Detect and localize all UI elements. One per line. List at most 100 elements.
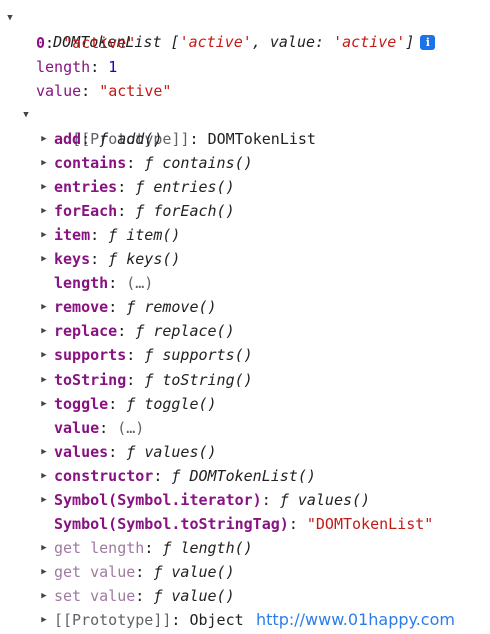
prototype-member-row[interactable]: ▶ Symbol(Symbol.iterator): ƒ values() [38, 488, 370, 512]
prototype-member-row[interactable]: ▶ keys: ƒ keys() [38, 247, 180, 271]
member-key: toggle [54, 395, 109, 413]
function-symbol-icon: ƒ [126, 443, 145, 461]
header-item-0: 'active' [179, 33, 252, 51]
member-key: toString [54, 371, 127, 389]
prototype-member-row[interactable]: ▶ values: ƒ values() [38, 440, 217, 464]
triangle-right-icon[interactable]: ▶ [38, 343, 50, 367]
triangle-right-icon[interactable]: ▶ [38, 608, 50, 632]
triangle-right-icon[interactable]: ▶ [38, 464, 50, 488]
member-key: supports [54, 346, 127, 364]
own-property-row: length: 1 [36, 58, 118, 76]
prototype-member-row[interactable]: ▶ set value: ƒ value() [38, 584, 235, 608]
function-symbol-icon: ƒ [126, 298, 145, 316]
triangle-right-icon[interactable]: ▶ [38, 223, 50, 247]
property-key: length [36, 58, 91, 76]
member-key: value [54, 419, 100, 437]
triangle-down-icon[interactable]: ▼ [20, 103, 32, 127]
member-value: toggle() [144, 395, 217, 413]
function-symbol-icon: ƒ [126, 395, 145, 413]
triangle-right-icon[interactable]: ▶ [38, 560, 50, 584]
member-key: set value [54, 587, 136, 605]
function-symbol-icon: ƒ [144, 346, 163, 364]
watermark: http://www.01happy.com [256, 610, 455, 629]
member-value: length() [180, 539, 253, 557]
triangle-right-icon[interactable]: ▶ [38, 319, 50, 343]
member-key: get value [54, 563, 136, 581]
property-value: "active" [99, 82, 172, 100]
own-property-row: value: "active" [36, 82, 172, 100]
prototype-member-row[interactable]: ▶ forEach: ƒ forEach() [38, 199, 235, 223]
prototype-member-row[interactable]: ▶ add: ƒ add() [38, 127, 162, 151]
triangle-right-icon[interactable]: ▶ [38, 488, 50, 512]
prototype-member-row[interactable]: ▶ [[Prototype]]: Object [38, 608, 244, 632]
member-value: values() [144, 443, 217, 461]
prototype-member-row[interactable]: ▶ toggle: ƒ toggle() [38, 392, 217, 416]
property-key: 0 [36, 34, 46, 52]
prototype-member-row[interactable]: ▶ toString: ƒ toString() [38, 368, 253, 392]
prototype-member-row[interactable]: ▶ supports: ƒ supports() [38, 343, 252, 367]
triangle-right-icon[interactable]: ▶ [38, 199, 50, 223]
function-symbol-icon: ƒ [144, 371, 163, 389]
member-key: get length [54, 539, 145, 557]
member-key: Symbol(Symbol.iterator) [54, 491, 262, 509]
info-icon[interactable]: i [420, 35, 436, 50]
member-value: forEach() [153, 202, 235, 220]
function-symbol-icon: ƒ [279, 491, 298, 509]
member-value: replace() [153, 322, 235, 340]
member-value: value() [171, 563, 235, 581]
function-symbol-icon: ƒ [153, 563, 172, 581]
member-key: constructor [54, 467, 154, 485]
triangle-down-icon[interactable]: ▼ [4, 6, 16, 30]
triangle-right-icon[interactable]: ▶ [38, 440, 50, 464]
prototype-member-row: value: (…) [54, 419, 145, 437]
prototype-member-row[interactable]: ▶ entries: ƒ entries() [38, 175, 235, 199]
member-key: keys [54, 250, 91, 268]
prototype-member-row: Symbol(Symbol.toStringTag): "DOMTokenLis… [54, 515, 434, 533]
prototype-member-row[interactable]: ▶ get length: ƒ length() [38, 536, 253, 560]
triangle-right-icon[interactable]: ▶ [38, 368, 50, 392]
triangle-right-icon[interactable]: ▶ [38, 392, 50, 416]
triangle-right-icon[interactable]: ▶ [38, 536, 50, 560]
prototype-row[interactable]: ▼ [[Prototype]]: DOMTokenList [20, 103, 316, 148]
member-value: Object [189, 611, 244, 629]
function-symbol-icon: ƒ [144, 154, 163, 172]
function-symbol-icon: ƒ [135, 322, 154, 340]
member-value: values() [297, 491, 371, 509]
prototype-member-row[interactable]: ▶ item: ƒ item() [38, 223, 180, 247]
function-symbol-icon: ƒ [162, 539, 181, 557]
property-key: value [36, 82, 82, 100]
member-key: contains [54, 154, 127, 172]
member-value: DOMTokenList() [189, 467, 316, 485]
triangle-right-icon[interactable]: ▶ [38, 175, 50, 199]
triangle-right-icon[interactable]: ▶ [38, 295, 50, 319]
member-value: contains() [162, 154, 253, 172]
prototype-member-row[interactable]: ▶ remove: ƒ remove() [38, 295, 217, 319]
prototype-member-row[interactable]: ▶ contains: ƒ contains() [38, 151, 253, 175]
member-key: remove [54, 298, 109, 316]
member-key: [[Prototype]] [54, 611, 172, 629]
member-key: entries [54, 178, 118, 196]
invoke-getter-button[interactable]: (…) [126, 274, 153, 292]
member-key: replace [54, 322, 118, 340]
member-value: remove() [144, 298, 217, 316]
triangle-right-icon[interactable]: ▶ [38, 127, 50, 151]
object-header-row[interactable]: ▼ DOMTokenList ['active', value: 'active'… [4, 6, 436, 51]
own-property-row: 0: "active" [36, 34, 136, 52]
member-value: keys() [126, 250, 181, 268]
triangle-right-icon[interactable]: ▶ [38, 584, 50, 608]
member-key: item [54, 226, 91, 244]
prototype-member-row[interactable]: ▶ replace: ƒ replace() [38, 319, 235, 343]
invoke-getter-button[interactable]: (…) [117, 419, 144, 437]
function-symbol-icon: ƒ [153, 587, 172, 605]
function-symbol-icon: ƒ [108, 250, 127, 268]
prototype-member-row[interactable]: ▶ get value: ƒ value() [38, 560, 235, 584]
triangle-right-icon[interactable]: ▶ [38, 151, 50, 175]
header-value-key: value [269, 33, 316, 51]
function-symbol-icon: ƒ [135, 178, 154, 196]
member-value: toString() [162, 371, 253, 389]
member-value: entries() [153, 178, 235, 196]
triangle-right-icon[interactable]: ▶ [38, 247, 50, 271]
prototype-member-row: length: (…) [54, 274, 154, 292]
prototype-member-row[interactable]: ▶ constructor: ƒ DOMTokenList() [38, 464, 316, 488]
member-value: value() [171, 587, 235, 605]
